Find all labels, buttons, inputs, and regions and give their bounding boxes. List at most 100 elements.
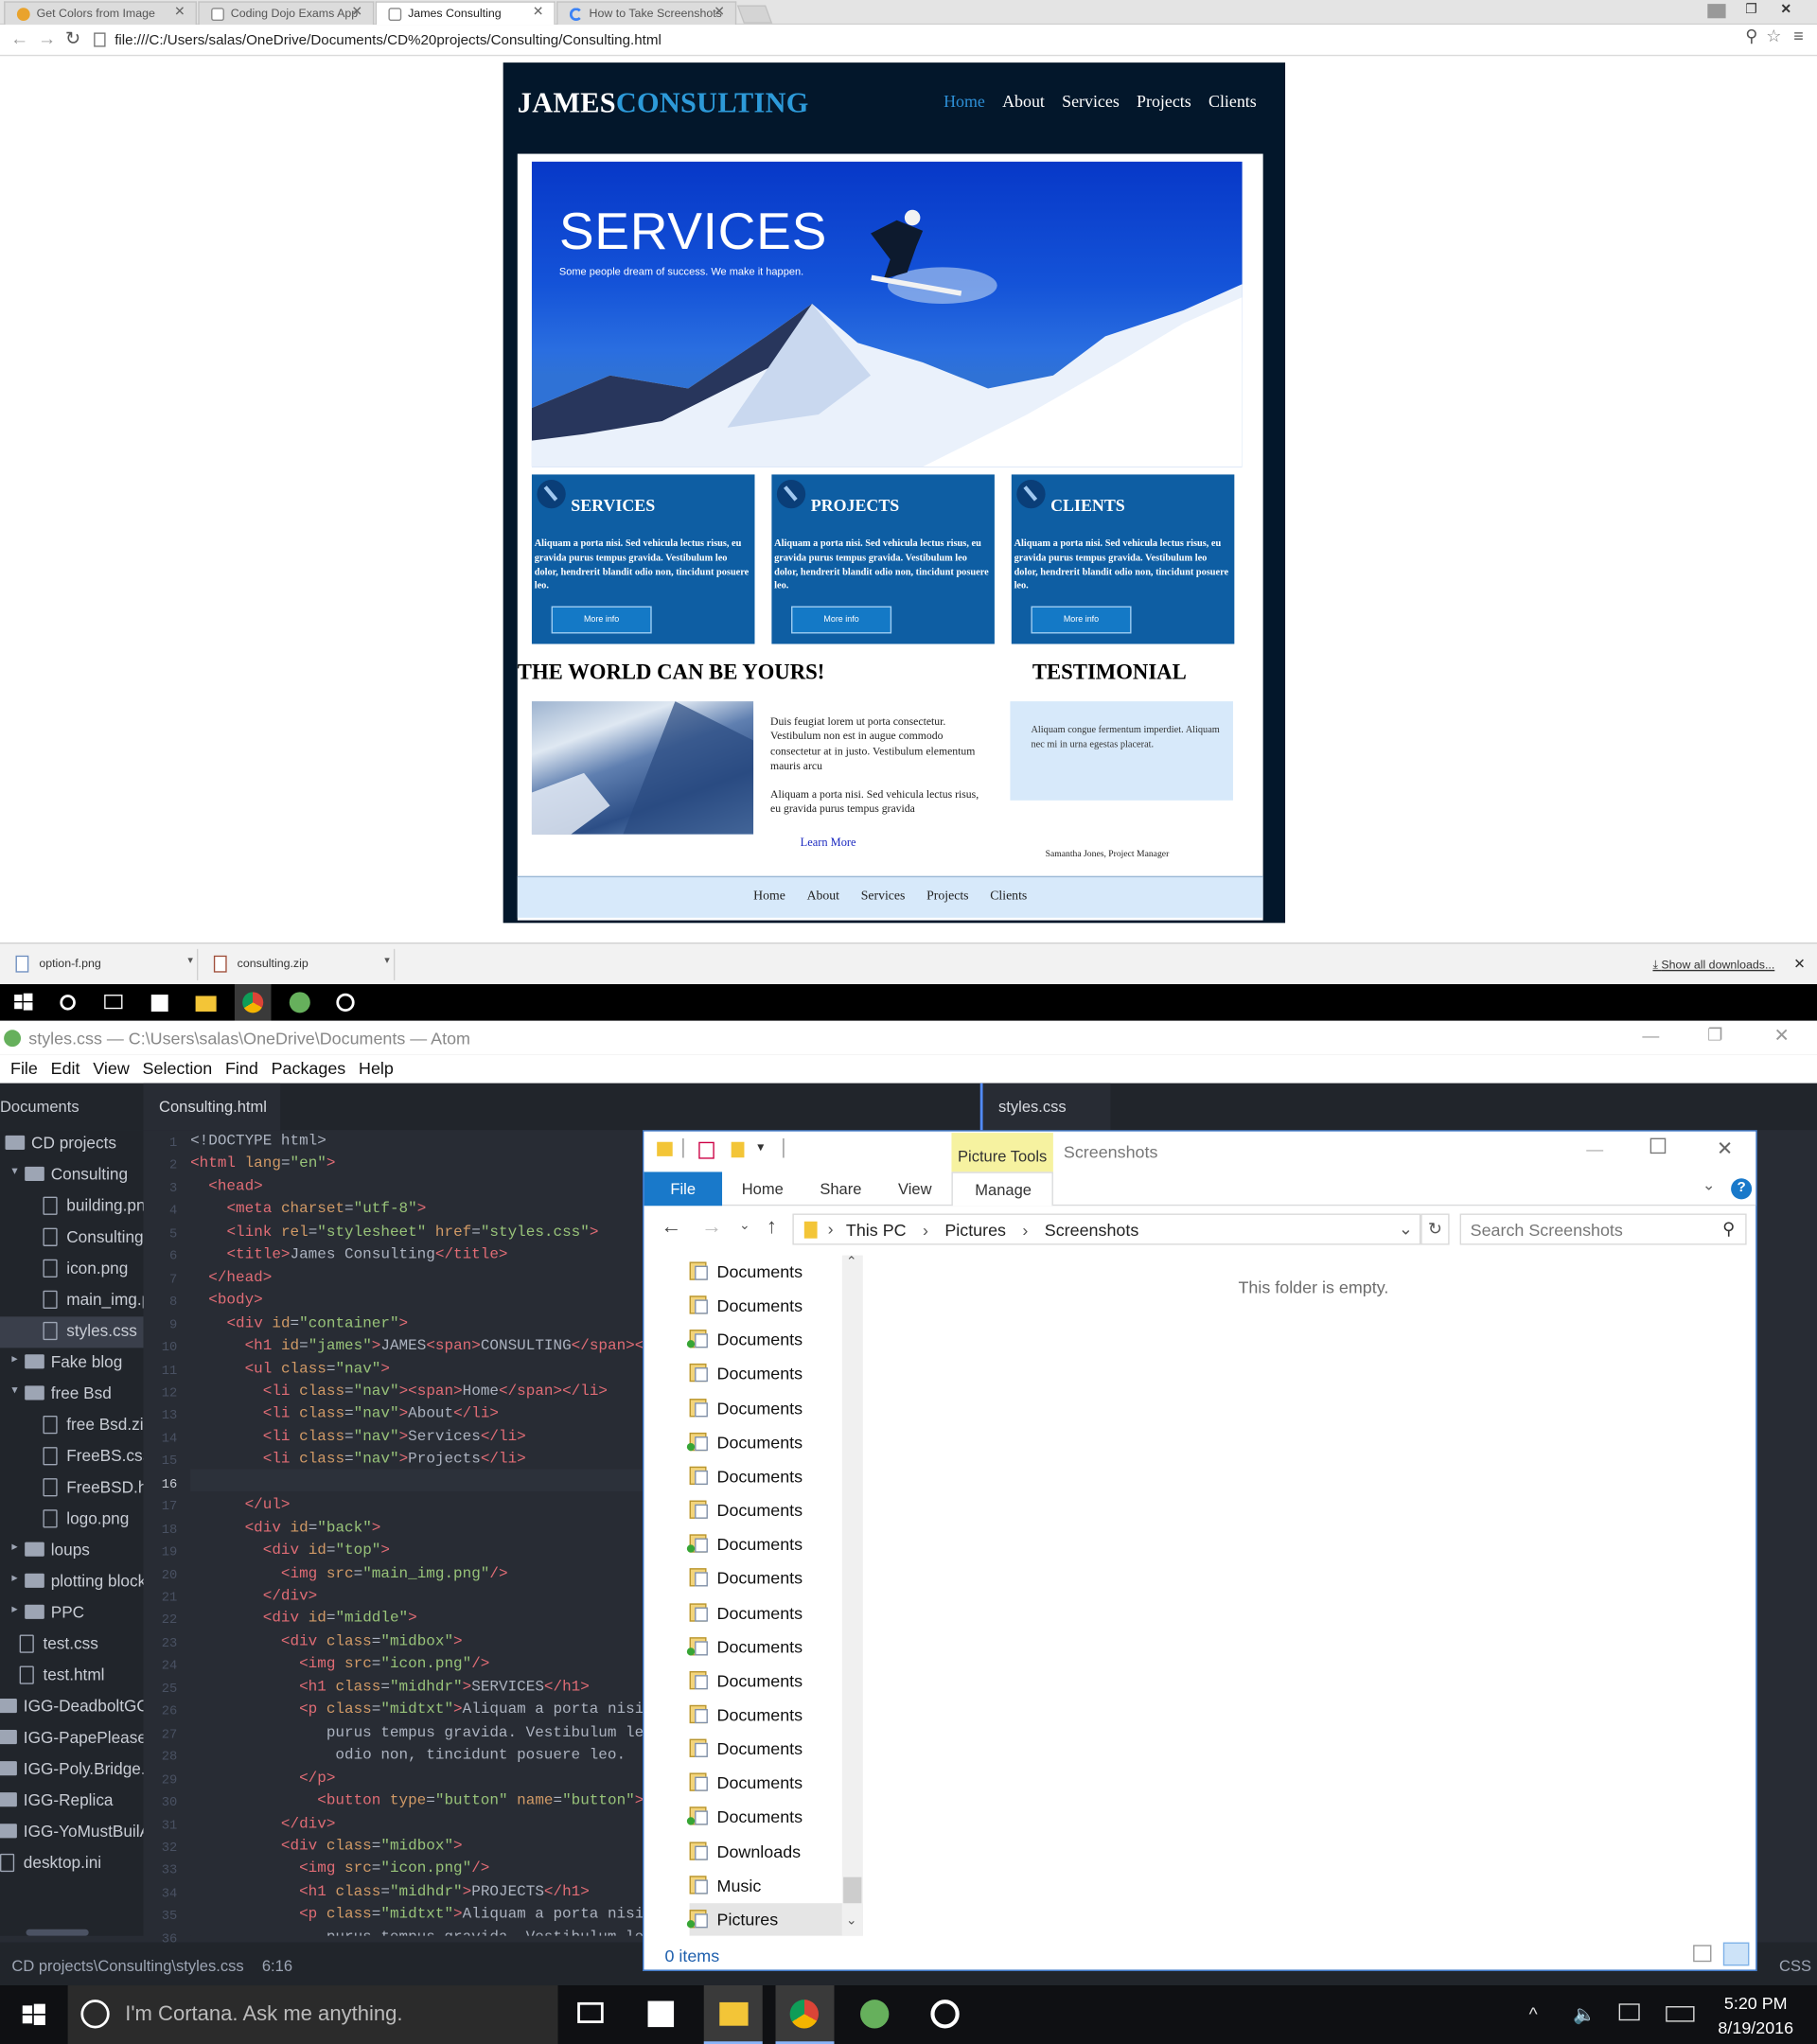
- tab-styles-css[interactable]: styles.css: [979, 1083, 1111, 1131]
- nav-item[interactable]: Documents: [689, 1290, 863, 1324]
- footer-link-clients[interactable]: Clients: [990, 889, 1027, 903]
- browser-tab[interactable]: Get Colors from Image ✕: [4, 1, 197, 26]
- code-line[interactable]: <div id="container">: [190, 1314, 408, 1337]
- nav-item[interactable]: Documents: [689, 1665, 863, 1699]
- large-icons-view-icon[interactable]: [1722, 1942, 1750, 1966]
- tree-folder[interactable]: ▸ Fake blog: [0, 1348, 144, 1379]
- close-icon[interactable]: ✕: [1793, 956, 1806, 973]
- chevron-down-icon[interactable]: ⌄: [1399, 1219, 1413, 1240]
- restore-icon[interactable]: ❐: [1745, 3, 1756, 17]
- scrollbar-thumb[interactable]: [843, 1877, 862, 1904]
- forward-arrow-icon[interactable]: →: [701, 1216, 722, 1240]
- tree-file[interactable]: styles.css: [0, 1316, 144, 1348]
- reload-icon[interactable]: ↻: [65, 27, 80, 49]
- chevron-right-icon[interactable]: ▸: [11, 1540, 17, 1554]
- code-line[interactable]: <img src="icon.png"/>: [190, 1860, 489, 1883]
- tree-file[interactable]: Consulting.html: [0, 1223, 144, 1254]
- address-bar[interactable]: file:///C:/Users/salas/OneDrive/Document…: [91, 27, 1788, 54]
- tree-folder[interactable]: IGG-Poly.Bridge.v: [0, 1754, 144, 1786]
- new-folder-icon[interactable]: [731, 1141, 745, 1158]
- bookmark-star-icon[interactable]: ☆: [1766, 26, 1781, 47]
- menu-view[interactable]: View: [93, 1054, 130, 1079]
- nav-item[interactable]: Documents: [686, 1528, 863, 1562]
- nav-item[interactable]: Pictures: [686, 1903, 863, 1936]
- browser-tab[interactable]: How to Take Screenshots ✕: [556, 1, 737, 26]
- ribbon-tab-view[interactable]: View: [898, 1180, 932, 1198]
- windows-start-icon[interactable]: [21, 2002, 47, 2029]
- nav-clients[interactable]: Clients: [1208, 91, 1257, 111]
- code-line[interactable]: <h1 class="midhdr">PROJECTS</h1>: [190, 1883, 590, 1906]
- help-icon[interactable]: ?: [1731, 1178, 1753, 1200]
- menu-find[interactable]: Find: [225, 1054, 258, 1079]
- tree-file[interactable]: FreeBSD.html: [0, 1473, 144, 1505]
- download-item[interactable]: consulting.zip ▾: [198, 948, 396, 980]
- nav-item[interactable]: Documents: [689, 1562, 863, 1596]
- tree-folder[interactable]: IGG-DeadboltGOTY: [0, 1692, 144, 1723]
- tree-folder[interactable]: ▸ plotting blocks: [0, 1567, 143, 1598]
- code-line[interactable]: <li class="nav"><span>Home</span></li>: [190, 1383, 608, 1405]
- tree-file[interactable]: icon.png: [0, 1254, 144, 1285]
- menu-selection[interactable]: Selection: [143, 1054, 213, 1079]
- minimize-button[interactable]: [1707, 4, 1726, 19]
- nav-item[interactable]: Documents: [689, 1733, 863, 1767]
- horizontal-scrollbar[interactable]: [26, 1929, 89, 1936]
- code-line[interactable]: <head>: [190, 1178, 263, 1201]
- file-explorer-icon[interactable]: [195, 996, 217, 1012]
- footer-link-projects[interactable]: Projects: [926, 889, 968, 903]
- chevron-right-icon[interactable]: ▸: [11, 1352, 17, 1366]
- code-line[interactable]: <div id="top">: [190, 1542, 390, 1565]
- obs-icon[interactable]: [930, 2000, 960, 2029]
- code-line[interactable]: <li class="nav">Services</li>: [190, 1429, 526, 1452]
- windows-start-icon[interactable]: [13, 992, 34, 1013]
- tree-file[interactable]: free Bsd.zip: [0, 1411, 144, 1442]
- tree-file[interactable]: test.html: [0, 1661, 144, 1692]
- properties-icon[interactable]: [698, 1141, 714, 1159]
- more-info-button[interactable]: More info: [551, 606, 652, 634]
- maximize-icon[interactable]: [1649, 1137, 1667, 1154]
- forward-arrow-icon[interactable]: →: [38, 27, 56, 48]
- nav-item[interactable]: Documents: [689, 1392, 863, 1426]
- task-view-icon[interactable]: [104, 995, 123, 1010]
- nav-item[interactable]: Documents: [686, 1324, 863, 1358]
- code-line[interactable]: </div>: [190, 1588, 318, 1611]
- tree-file[interactable]: main_img.png: [0, 1285, 144, 1316]
- code-line[interactable]: <ul class="nav">: [190, 1360, 390, 1383]
- minimize-icon[interactable]: —: [1586, 1139, 1603, 1159]
- zoom-icon[interactable]: ⚲: [1745, 26, 1757, 47]
- vertical-scrollbar[interactable]: ⌃ ⌄: [841, 1255, 863, 1936]
- search-input[interactable]: Search Screenshots ⚲: [1459, 1213, 1747, 1245]
- scroll-up-icon[interactable]: ⌃: [846, 1256, 857, 1270]
- close-icon[interactable]: ✕: [351, 6, 362, 20]
- chevron-right-icon[interactable]: ▸: [11, 1571, 17, 1585]
- code-line[interactable]: <!DOCTYPE html>: [190, 1133, 326, 1155]
- chevron-down-icon[interactable]: ▾: [11, 1164, 17, 1178]
- close-icon[interactable]: ✕: [533, 6, 544, 20]
- code-line[interactable]: <div id="back">: [190, 1520, 381, 1542]
- code-line[interactable]: <h1 id="james">JAMES<span>CONSULTING</sp…: [190, 1337, 647, 1360]
- tree-file[interactable]: test.css: [0, 1630, 144, 1661]
- close-icon[interactable]: ✕: [1717, 1137, 1733, 1160]
- menu-edit[interactable]: Edit: [51, 1054, 80, 1079]
- keyboard-icon[interactable]: [1666, 2006, 1695, 2022]
- footer-link-services[interactable]: Services: [861, 889, 906, 903]
- more-info-button[interactable]: More info: [791, 606, 892, 634]
- code-line[interactable]: <button type="button" name="button">More…: [190, 1792, 646, 1815]
- atom-icon[interactable]: [289, 992, 310, 1013]
- code-line[interactable]: </p>: [190, 1770, 335, 1792]
- code-line[interactable]: purus tempus gravida. Vestibulum leo dol…: [190, 1724, 646, 1747]
- chevron-down-icon[interactable]: ⌄: [1702, 1176, 1716, 1194]
- nav-item[interactable]: Documents: [689, 1256, 863, 1290]
- code-line[interactable]: <html lang="en">: [190, 1155, 335, 1178]
- maximize-icon[interactable]: ❐: [1707, 1025, 1722, 1046]
- code-line[interactable]: <img src="icon.png"/>: [190, 1656, 489, 1679]
- status-cursor-position[interactable]: 6:16: [262, 1957, 292, 1975]
- chrome-icon[interactable]: [242, 992, 264, 1013]
- browser-tab-active[interactable]: James Consulting ✕: [375, 1, 556, 26]
- ribbon-tab-file[interactable]: File: [644, 1172, 723, 1207]
- menu-file[interactable]: File: [10, 1054, 38, 1079]
- atom-icon[interactable]: [860, 2000, 890, 2029]
- nav-item[interactable]: Documents: [686, 1630, 863, 1665]
- tree-folder[interactable]: ▾ Consulting: [0, 1160, 144, 1191]
- code-line[interactable]: </head>: [190, 1269, 272, 1292]
- nav-item[interactable]: Documents: [689, 1358, 863, 1392]
